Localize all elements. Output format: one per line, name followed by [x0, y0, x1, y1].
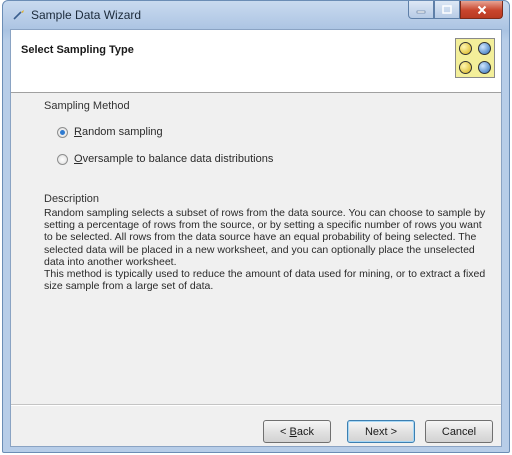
close-button[interactable]: [460, 1, 503, 19]
caption-buttons: [408, 1, 503, 21]
footer-separator: [11, 404, 501, 406]
next-button[interactable]: Next >: [347, 420, 415, 443]
maximize-button[interactable]: [434, 1, 460, 19]
cancel-button[interactable]: Cancel: [425, 420, 493, 443]
maximize-icon: [442, 5, 452, 14]
description-paragraph: Random sampling selects a subset of rows…: [44, 207, 486, 268]
data-mining-logo: [455, 38, 495, 78]
wizard-app-icon: [13, 10, 24, 20]
oversample-radio[interactable]: [57, 153, 68, 165]
close-icon: [477, 5, 486, 14]
sampling-method-label: Sampling Method: [44, 100, 130, 112]
logo-cell: [456, 58, 475, 77]
window-title: Sample Data Wizard: [31, 8, 142, 22]
page-title: Select Sampling Type: [21, 44, 134, 56]
wizard-window: Sample Data Wizard Select Sampling Type: [2, 0, 510, 453]
description-text: Random sampling selects a subset of rows…: [44, 207, 492, 292]
oversample-option[interactable]: Oversample to balance data distributions: [57, 153, 273, 165]
minimize-button[interactable]: [408, 1, 434, 19]
wizard-header: Select Sampling Type: [11, 30, 501, 93]
wizard-body: Select Sampling Type Sampling Method Ran…: [10, 29, 502, 447]
logo-cell: [475, 58, 494, 77]
description-paragraph: This method is typically used to reduce …: [44, 268, 486, 293]
logo-cell: [475, 39, 494, 58]
back-button[interactable]: < Back: [263, 420, 331, 443]
oversample-label[interactable]: Oversample to balance data distributions: [74, 153, 273, 165]
random-sampling-option[interactable]: Random sampling: [57, 126, 163, 138]
logo-cell: [456, 39, 475, 58]
random-sampling-label[interactable]: Random sampling: [74, 126, 163, 138]
random-sampling-radio[interactable]: [57, 126, 68, 138]
title-bar[interactable]: Sample Data Wizard: [3, 1, 509, 29]
radio-selected-dot: [60, 129, 65, 135]
minimize-icon: [416, 10, 426, 13]
description-label: Description: [44, 193, 100, 205]
